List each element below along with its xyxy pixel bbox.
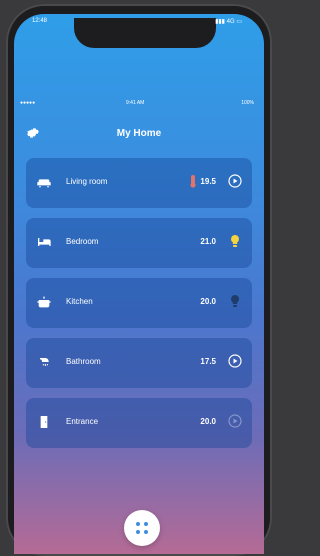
room-list: Living room 19.5 Bedroom 21.0 Kitchen 20… bbox=[26, 158, 252, 458]
grid-icon bbox=[144, 522, 148, 526]
grid-icon bbox=[144, 530, 148, 534]
grid-icon bbox=[136, 530, 140, 534]
heating-icon bbox=[190, 175, 196, 188]
app-screen: ●●●●● 9:41 AM 100% My Home Living room 1… bbox=[14, 14, 264, 554]
room-temperature: 21.0 bbox=[200, 237, 216, 246]
room-temperature: 20.0 bbox=[200, 417, 216, 426]
room-name: Living room bbox=[66, 177, 108, 186]
room-temperature: 19.5 bbox=[200, 177, 216, 186]
bed-icon bbox=[38, 238, 51, 246]
room-card-bathroom[interactable]: Bathroom 17.5 bbox=[26, 338, 252, 388]
room-name: Bathroom bbox=[66, 357, 101, 366]
room-name: Entrance bbox=[66, 417, 99, 426]
cooking-pot-icon bbox=[37, 296, 51, 308]
play-circle-icon[interactable] bbox=[228, 174, 242, 188]
lightbulb-off-icon[interactable] bbox=[228, 294, 242, 308]
door-icon bbox=[40, 416, 48, 428]
room-name: Bedroom bbox=[66, 237, 99, 246]
device-time: 12:48 bbox=[32, 18, 48, 24]
room-card-living-room[interactable]: Living room 19.5 bbox=[26, 158, 252, 208]
page-title: My Home bbox=[116, 128, 162, 139]
carrier-signal: ●●●●● bbox=[20, 100, 36, 106]
room-card-bedroom[interactable]: Bedroom 21.0 bbox=[26, 218, 252, 268]
room-card-entrance[interactable]: Entrance 20.0 bbox=[26, 398, 252, 448]
battery-level: 100% bbox=[241, 100, 254, 106]
room-temperature: 17.5 bbox=[200, 357, 216, 366]
sofa-icon bbox=[37, 179, 51, 188]
grid-icon bbox=[136, 522, 140, 526]
room-card-kitchen[interactable]: Kitchen 20.0 bbox=[26, 278, 252, 328]
room-name: Kitchen bbox=[66, 297, 93, 306]
play-circle-icon[interactable] bbox=[228, 414, 242, 428]
play-circle-icon[interactable] bbox=[228, 354, 242, 368]
room-temperature: 20.0 bbox=[200, 297, 216, 306]
app-status-bar: ●●●●● 9:41 AM 100% bbox=[14, 100, 264, 110]
app-header: My Home bbox=[14, 122, 264, 146]
shower-icon bbox=[40, 358, 49, 366]
status-time: 9:41 AM bbox=[126, 100, 145, 106]
grid-menu-button[interactable] bbox=[124, 510, 160, 546]
device-status-bar: 12:48 ▮▮▮ 4G ▭ bbox=[14, 18, 264, 32]
device-status-icons: ▮▮▮ 4G ▭ bbox=[215, 19, 242, 25]
lightbulb-on-icon[interactable] bbox=[228, 234, 242, 248]
